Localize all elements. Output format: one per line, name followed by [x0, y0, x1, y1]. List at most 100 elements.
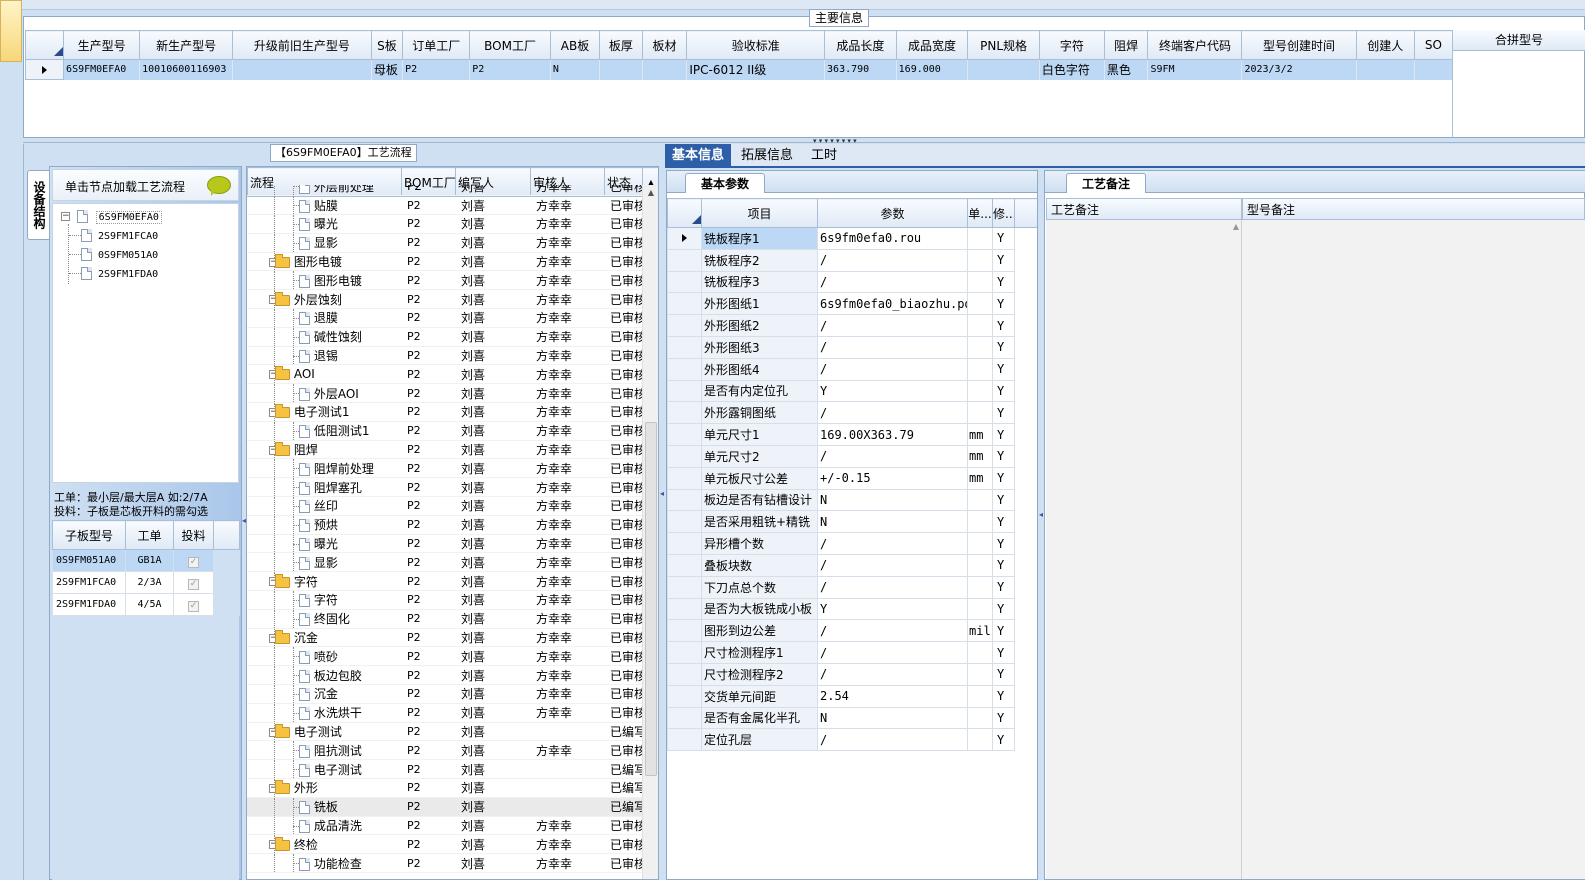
row-selector-icon[interactable] [667, 488, 702, 512]
main-info-row[interactable]: 6S9FM0EFA0 10010600116903 母板 P2 P2 N IPC-6012 … [25, 59, 1452, 80]
param-row[interactable]: 是否有金属化半孔 N Y [667, 706, 1038, 730]
main-header-cell[interactable]: 成品宽度 [895, 30, 969, 60]
flow-row[interactable]: − 沉金P2刘喜方幸幸已审核 [247, 628, 642, 648]
main-header-cell[interactable]: 阻焊 [1103, 30, 1149, 60]
row-selector-icon[interactable] [667, 706, 702, 730]
sub-board-row[interactable]: 2S9FM1FDA0 4/5A ✓ [52, 593, 240, 616]
param-row[interactable]: 是否采用粗铣+精铣 N Y [667, 510, 1038, 534]
param-row[interactable]: 交货单元间距 2.54 Y [667, 684, 1038, 708]
param-header-cell[interactable]: 项目 [701, 198, 818, 228]
flow-scrollbar[interactable]: ▲ [642, 185, 658, 879]
main-info-cell[interactable]: 母板 [371, 59, 404, 80]
flow-row[interactable]: 图形电镀 P2刘喜方幸幸已审核 [247, 270, 642, 291]
row-selector-icon[interactable] [667, 227, 702, 250]
flow-row[interactable]: 阻抗测试 P2刘喜方幸幸已审核 [247, 740, 642, 761]
flow-row[interactable]: 低阻测试1 P2刘喜方幸幸已审核 [247, 421, 642, 441]
param-value[interactable]: N [817, 706, 968, 730]
param-row[interactable]: 异形槽个数 / Y [667, 532, 1038, 555]
main-info-cell[interactable]: P2 [402, 59, 471, 80]
main-header-cell[interactable]: S板 [370, 30, 404, 60]
feed-checkbox[interactable]: ✓ [173, 593, 214, 616]
main-info-cell[interactable]: IPC-6012 II级 [686, 59, 826, 80]
flow-row[interactable]: − 阻焊P2刘喜方幸幸已审核 [247, 440, 642, 460]
tree-child-node[interactable]: 2S9FM1FCA0 [69, 228, 158, 244]
param-row[interactable]: 外形图纸2/ Y [667, 314, 1038, 337]
main-info-cell[interactable] [599, 59, 643, 80]
row-selector-icon[interactable] [667, 379, 702, 403]
param-row[interactable]: 是否为大板铣成小板 Y Y [667, 597, 1038, 621]
flow-row[interactable]: 阻焊前处理 P2刘喜方幸幸已审核 [247, 458, 642, 479]
param-value[interactable]: / [817, 532, 968, 555]
param-value[interactable]: / [817, 357, 968, 381]
param-value[interactable]: Y [817, 379, 968, 403]
main-header-cell[interactable]: 型号创建时间 [1241, 30, 1357, 60]
flow-row[interactable]: 碱性蚀刻 P2刘喜方幸幸已审核 [247, 327, 642, 347]
param-row[interactable]: 外形露铜图纸 / Y [667, 401, 1038, 425]
main-header-cell[interactable]: 字符 [1038, 30, 1105, 60]
flow-row[interactable]: 退锡 P2刘喜方幸幸已审核 [247, 346, 642, 366]
flow-row[interactable]: 电子测试 P2刘喜 已编写 [247, 759, 642, 779]
row-selector-icon[interactable] [667, 575, 702, 599]
param-row[interactable]: 单元尺寸1 169.00X363.79 mm Y [667, 423, 1038, 446]
main-header-cell[interactable]: 新生产型号 [139, 30, 234, 60]
param-value[interactable]: 6s9fm0efa0_biaozhu.pdf [817, 292, 968, 316]
param-value[interactable]: 169.00X363.79 [817, 423, 968, 446]
row-selector-icon[interactable] [667, 510, 702, 534]
param-value[interactable]: / [817, 444, 968, 468]
param-value[interactable]: / [817, 553, 968, 577]
flow-row[interactable]: 外层AOI P2刘喜方幸幸已审核 [247, 383, 642, 404]
param-value[interactable]: / [817, 619, 968, 643]
flow-row[interactable]: 成品清洗 P2刘喜方幸幸已审核 [247, 816, 642, 836]
feed-checkbox[interactable]: ✓ [173, 549, 214, 572]
flow-row[interactable]: 字符 P2刘喜方幸幸已审核 [247, 590, 642, 610]
flow-row[interactable]: − 终检P2刘喜方幸幸已审核 [247, 834, 642, 855]
param-value[interactable]: / [817, 401, 968, 425]
param-row[interactable]: 是否有内定位孔 Y Y [667, 379, 1038, 403]
flow-row[interactable]: 喷砂 P2刘喜方幸幸已审核 [247, 646, 642, 667]
row-selector-icon[interactable] [667, 641, 702, 664]
flow-row[interactable]: − 电子测试1P2刘喜方幸幸已审核 [247, 402, 642, 422]
tree-root-node[interactable]: − 6S9FM0EFA0 [61, 209, 162, 225]
flow-row[interactable]: 板边包胶 P2刘喜方幸幸已审核 [247, 665, 642, 686]
tab-basic-info[interactable]: 基本信息 [665, 144, 731, 168]
flow-row[interactable]: 终固化 P2刘喜方幸幸已审核 [247, 609, 642, 629]
param-row[interactable]: 尺寸检测程序1/ Y [667, 641, 1038, 664]
param-value[interactable]: / [817, 270, 968, 294]
row-selector-icon[interactable] [667, 270, 702, 294]
flow-row[interactable]: 曝光 P2刘喜方幸幸已审核 [247, 214, 642, 234]
main-info-cell[interactable]: 白色字符 [1039, 59, 1105, 80]
main-info-cell[interactable] [967, 59, 1040, 80]
param-value[interactable]: / [817, 335, 968, 359]
main-info-cell[interactable]: P2 [469, 59, 551, 80]
main-header-cell[interactable]: AB板 [549, 30, 601, 60]
row-selector-icon[interactable] [667, 553, 702, 577]
main-header-cell[interactable]: 创建人 [1355, 30, 1415, 60]
main-header-cell[interactable]: SO [1413, 30, 1452, 60]
basic-params-tab[interactable]: 基本参数 [685, 173, 765, 193]
main-info-cell[interactable]: S9FM [1147, 59, 1243, 80]
param-row[interactable]: 定位孔层 / Y [667, 728, 1038, 752]
row-selector-icon[interactable] [667, 466, 702, 490]
param-header-cell[interactable]: 单... [967, 198, 993, 228]
main-info-cell[interactable]: 2023/3/2 [1241, 59, 1357, 80]
flow-row[interactable]: 显影 P2刘喜方幸幸已审核 [247, 233, 642, 253]
flow-row[interactable]: − 外层蚀刻P2刘喜方幸幸已审核 [247, 289, 642, 310]
row-selector-icon[interactable] [667, 532, 702, 555]
param-row[interactable]: 外形图纸3/ Y [667, 335, 1038, 359]
sub-header-cell[interactable]: 子板型号 [52, 520, 126, 550]
row-selector-icon[interactable] [667, 248, 702, 272]
row-selector-icon[interactable] [667, 444, 702, 468]
param-row[interactable]: 铣板程序3/ Y [667, 270, 1038, 294]
sub-board-row[interactable]: 2S9FM1FCA0 2/3A ✓ [52, 571, 240, 594]
equipment-structure-tab[interactable]: 设备结构 [27, 170, 49, 240]
row-selector-icon[interactable] [667, 335, 702, 359]
row-selector-icon[interactable] [667, 314, 702, 337]
param-value[interactable]: / [817, 662, 968, 686]
model-remark-text[interactable] [1242, 220, 1585, 879]
main-header-cell[interactable]: 板材 [641, 30, 688, 60]
param-row[interactable]: 铣板程序2/ Y [667, 248, 1038, 272]
flow-row[interactable]: 外层前处理 P2刘喜方幸幸已审核 [247, 185, 642, 197]
flow-row[interactable]: 预烘 P2刘喜方幸幸已审核 [247, 515, 642, 535]
tree-child-node[interactable]: 0S9FM051A0 [69, 247, 158, 263]
row-selector-icon[interactable] [667, 619, 702, 643]
